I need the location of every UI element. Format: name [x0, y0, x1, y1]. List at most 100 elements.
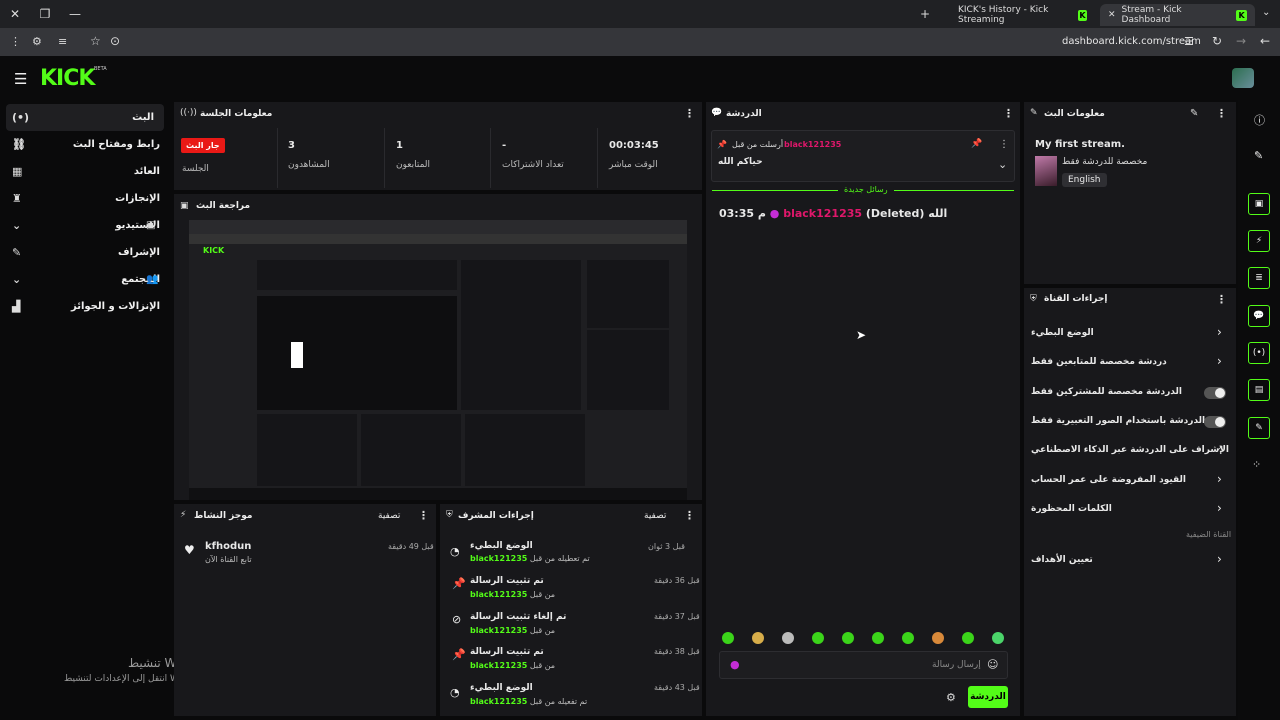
hamburger-menu-icon[interactable]: ☰	[14, 70, 27, 88]
channel-action-followers-only[interactable]: دردشة مخصصة للمتابعين فقط	[1031, 357, 1167, 367]
sidebar-item-moderation[interactable]: ✎ الإشراف	[0, 239, 170, 266]
rail-wrench-button[interactable]: ✎	[1248, 417, 1270, 439]
send-chat-button[interactable]: الدردشة	[968, 686, 1008, 708]
sidebar-item-studio[interactable]: ⌄ الاستيديو ▣	[0, 212, 170, 239]
bolt-icon: ⚡	[180, 510, 187, 520]
emote[interactable]	[962, 632, 974, 644]
emote[interactable]	[872, 632, 884, 644]
emote[interactable]	[812, 632, 824, 644]
emote[interactable]	[782, 632, 794, 644]
chevron-right-icon[interactable]: ›	[1217, 552, 1222, 566]
menu-dots-icon[interactable]: ⋮	[10, 35, 21, 48]
emote[interactable]	[902, 632, 914, 644]
external-link-icon[interactable]: ↗	[1216, 444, 1224, 454]
mod-user[interactable]: black121235	[470, 661, 527, 670]
menu-dots-icon[interactable]: ⋮	[684, 509, 695, 522]
emote[interactable]	[932, 632, 944, 644]
emote[interactable]	[992, 632, 1004, 644]
emote[interactable]	[842, 632, 854, 644]
mod-user[interactable]: black121235	[470, 590, 527, 599]
menu-dots-icon[interactable]: ⋮	[1003, 107, 1014, 120]
tab-kick-history[interactable]: KICK's History - Kick Streaming K	[950, 4, 1095, 26]
rail-chat-button[interactable]: 💬	[1248, 305, 1270, 327]
sidebar-item-achievements[interactable]: ♜ الإنجازات	[0, 185, 170, 212]
channel-action-account-age[interactable]: القيود المفروضة على عمر الحساب	[1031, 475, 1186, 485]
channel-action-goals[interactable]: تعيين الأهداف	[1031, 555, 1093, 565]
extensions-icon[interactable]: ⚙	[32, 35, 42, 48]
menu-dots-icon[interactable]: ⋮	[684, 107, 695, 120]
msg-text: (Deleted) الله	[865, 207, 948, 220]
pin-action-icon[interactable]: 📌	[971, 139, 982, 149]
mod-detail-text: من قبل	[529, 626, 556, 635]
filter-button[interactable]: تصفية	[378, 511, 400, 521]
rail-notes-button[interactable]: ≣	[1248, 267, 1270, 289]
menu-dots-icon[interactable]: ⋮	[999, 139, 1009, 150]
chevron-down-icon[interactable]: ⌄	[998, 158, 1007, 171]
avatar[interactable]	[1232, 68, 1254, 88]
new-tab-icon[interactable]: +	[920, 7, 930, 21]
back-icon[interactable]: ←	[1260, 34, 1270, 48]
chevron-right-icon[interactable]: ›	[1217, 472, 1222, 486]
info-icon[interactable]: ⓘ	[1254, 112, 1265, 128]
rail-camera-button[interactable]: ▣	[1248, 193, 1270, 215]
menu-dots-icon[interactable]: ⋮	[1216, 293, 1227, 306]
reader-icon[interactable]: ≡	[58, 35, 67, 48]
pinned-user[interactable]: black121235	[784, 140, 841, 149]
category-name[interactable]: مخصصة للدردشة فقط	[1062, 157, 1147, 167]
minimize-icon[interactable]: —	[60, 0, 90, 28]
sidebar-item-community[interactable]: ⌄ المجتمع 👥	[0, 266, 170, 293]
forward-icon[interactable]: →	[1236, 34, 1246, 48]
reload-icon[interactable]: ↻	[1212, 34, 1222, 48]
emoji-icon[interactable]: ☺	[987, 658, 998, 671]
kick-logo[interactable]: KICK	[40, 66, 95, 91]
channel-action-banned-words[interactable]: الكلمات المحظورة	[1031, 504, 1112, 514]
sidebar-item-drops[interactable]: ▟ الإنزالات و الجوائز	[0, 293, 170, 320]
channel-action-slow-mode[interactable]: الوضع البطيء	[1031, 328, 1094, 338]
activity-user[interactable]: kfhodun	[205, 541, 251, 552]
filter-button[interactable]: تصفية	[644, 511, 666, 521]
edit-icon[interactable]: ✎	[1190, 108, 1198, 119]
menu-dots-icon[interactable]: ⋮	[1216, 107, 1227, 120]
mod-user[interactable]: black121235	[470, 697, 527, 706]
pencil-icon[interactable]: ✎	[1254, 149, 1263, 162]
sidebar-item-revenue[interactable]: ▦ العائد	[0, 158, 170, 185]
msg-user[interactable]: black121235	[783, 207, 862, 220]
chart-icon: ▦	[12, 165, 23, 178]
rail-broadcast-button[interactable]: (•)	[1248, 342, 1270, 364]
mod-detail-text: تم تفعيله من قبل	[529, 697, 588, 706]
chevron-right-icon[interactable]: ›	[1217, 325, 1222, 339]
emotes-only-toggle[interactable]	[1204, 416, 1226, 428]
close-icon[interactable]: ✕	[0, 0, 30, 28]
rail-mod-actions-button[interactable]: ▤	[1248, 379, 1270, 401]
divider	[384, 128, 385, 188]
mic-icon[interactable]: ●	[730, 658, 740, 671]
tab-kick-dashboard[interactable]: ✕ Stream - Kick Dashboard K	[1100, 4, 1255, 26]
gear-icon[interactable]: ⚙	[946, 691, 956, 704]
add-widget-icon[interactable]: ⁘	[1252, 458, 1261, 471]
msg-sep: م	[757, 207, 766, 220]
subs-value: -	[502, 140, 507, 151]
emote[interactable]	[722, 632, 734, 644]
bookmark-star-icon[interactable]: ☆	[90, 34, 101, 48]
sidebar-item-label: الإشراف	[118, 247, 160, 258]
chevron-right-icon[interactable]: ›	[1217, 354, 1222, 368]
emote[interactable]	[752, 632, 764, 644]
subs-only-toggle[interactable]	[1204, 387, 1226, 399]
mod-user[interactable]: black121235	[470, 554, 527, 563]
mod-user[interactable]: black121235	[470, 626, 527, 635]
sidebar-item-stream[interactable]: (•) البث	[6, 104, 164, 131]
followers-label: المتابعون	[396, 160, 431, 170]
url-text[interactable]: dashboard.kick.com/stream	[1062, 36, 1201, 47]
restore-icon[interactable]: ❐	[30, 0, 60, 28]
channel-action-ai-moderation[interactable]: الإشراف على الدردشة عبر الذكاء الاصطناعي	[1031, 445, 1229, 455]
lens-icon[interactable]: ⊙	[110, 34, 120, 48]
stream-preview-video[interactable]: KICK	[189, 220, 687, 500]
tab-search-icon[interactable]: ⌄	[1262, 7, 1270, 18]
menu-dots-icon[interactable]: ⋮	[418, 509, 429, 522]
tab-close-icon[interactable]: ✕	[1108, 10, 1116, 20]
sidebar-item-stream-key[interactable]: ⛓ رابط ومفتاح البث	[0, 131, 170, 158]
pinned-message[interactable]	[711, 130, 1015, 182]
rail-bolt-button[interactable]: ⚡	[1248, 230, 1270, 252]
divider	[277, 128, 278, 188]
chevron-right-icon[interactable]: ›	[1217, 501, 1222, 515]
